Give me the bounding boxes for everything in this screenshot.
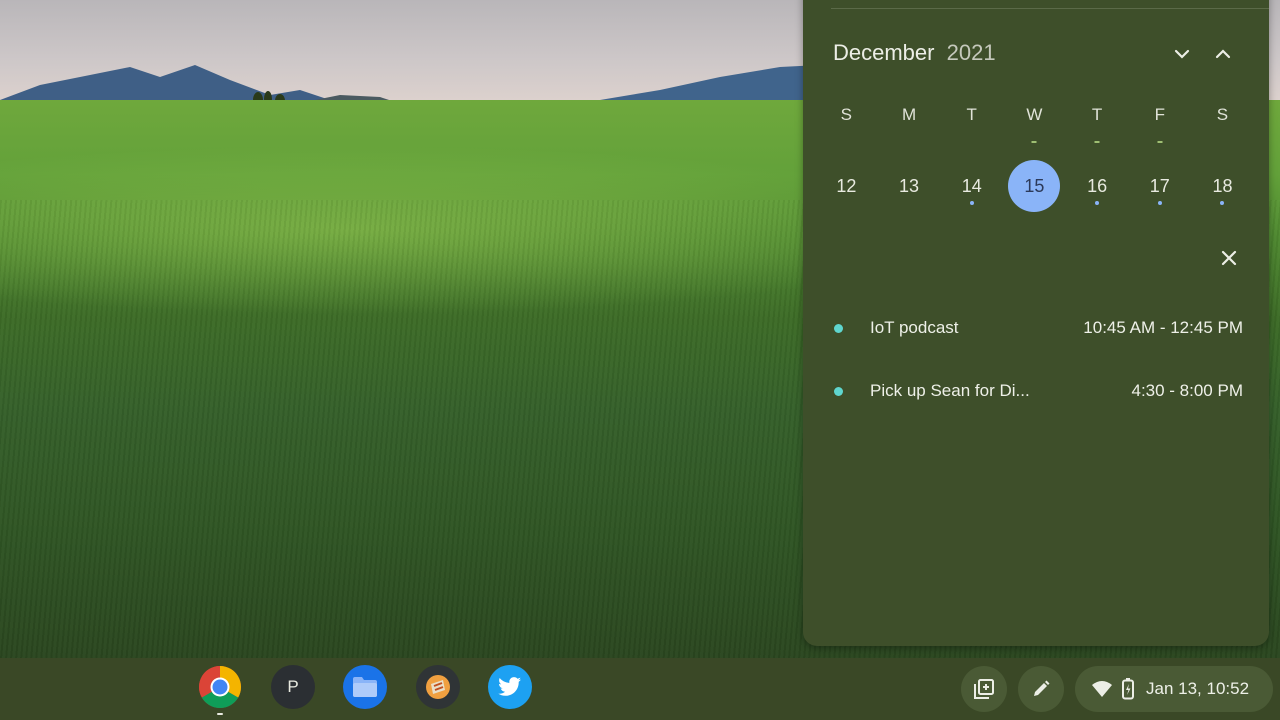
- event-dot: [969, 201, 974, 205]
- orange-app-icon: [426, 675, 450, 699]
- battery-icon: [1122, 678, 1134, 700]
- event-dot: [1157, 201, 1162, 205]
- files-app-button[interactable]: [343, 665, 387, 709]
- date-18[interactable]: 18: [1196, 160, 1248, 212]
- chrome-app-button[interactable]: [198, 665, 242, 709]
- event-dot: [1095, 201, 1100, 205]
- running-indicator: [217, 713, 223, 715]
- event-title: Pick up Sean for Di...: [870, 381, 1030, 400]
- date-13[interactable]: 13: [883, 160, 935, 212]
- screen-capture-button[interactable]: [961, 666, 1007, 712]
- close-icon: [1221, 250, 1237, 266]
- date-cell-18: 18: [1191, 160, 1254, 212]
- event-item[interactable]: Pick up Sean for Di... 4:30 - 8:00 PM: [803, 371, 1269, 411]
- date-17[interactable]: 17: [1134, 160, 1186, 212]
- divider: [831, 8, 1269, 9]
- weekday-sun: S: [840, 105, 853, 124]
- event-time: 10:45 AM - 12:45 PM: [1083, 318, 1243, 337]
- date-17-label: 17: [1149, 176, 1170, 196]
- stylus-icon: [1034, 680, 1050, 696]
- orange-app-button[interactable]: [416, 665, 460, 709]
- weekday-thu-label: T: [1091, 105, 1103, 124]
- twitter-icon: [498, 677, 521, 696]
- chevron-down-icon: [1174, 49, 1190, 59]
- event-color-dot: [834, 386, 843, 396]
- weekday-tue: T: [966, 105, 977, 124]
- week-row: 12 13 14 15 16 17 18: [815, 160, 1259, 212]
- date-cell-14: 14: [940, 160, 1003, 212]
- status-area-button[interactable]: Jan 13, 10:52: [1075, 666, 1273, 712]
- twitter-app-button[interactable]: [488, 665, 532, 709]
- weekday-wed-label: W: [1026, 105, 1043, 124]
- date-time-label: Jan 13, 10:52: [1146, 679, 1250, 698]
- date-18-label: 18: [1212, 176, 1233, 196]
- event-tick: [1094, 141, 1100, 143]
- date-cell-17: 17: [1128, 160, 1191, 212]
- weekday-header-row: S M T W T F S: [815, 105, 1259, 143]
- chrome-icon: [198, 666, 242, 709]
- screen-capture-icon: [974, 679, 994, 699]
- weekday-fri-label: F: [1154, 105, 1165, 124]
- date-16[interactable]: 16: [1071, 160, 1123, 212]
- shelf: P Jan 13, 10:52: [0, 658, 1280, 720]
- event-tick: [1031, 141, 1037, 143]
- event-color-dot: [834, 323, 843, 333]
- weekday-mon: M: [901, 105, 917, 124]
- date-14-label: 14: [961, 176, 982, 196]
- p-app-button[interactable]: P: [271, 665, 315, 709]
- weekday-fri: F: [1128, 105, 1191, 143]
- event-tick: [1157, 141, 1163, 143]
- calendar-panel: December 2021 S M T W T F S 12 13 14 15 …: [803, 0, 1269, 646]
- date-cell-13: 13: [878, 160, 941, 212]
- event-time: 4:30 - 8:00 PM: [1131, 381, 1243, 400]
- date-cell-12: 12: [815, 160, 878, 212]
- event-item[interactable]: IoT podcast 10:45 AM - 12:45 PM: [803, 308, 1269, 348]
- chevron-up-icon: [1215, 49, 1231, 59]
- event-dot: [1220, 201, 1225, 205]
- date-cell-15: 15: [1003, 160, 1066, 212]
- month-year-title: December 2021: [833, 40, 996, 66]
- date-15-selected[interactable]: 15: [1008, 160, 1061, 212]
- weekday-wed: W: [1003, 105, 1066, 143]
- date-12[interactable]: 12: [820, 160, 872, 212]
- date-14[interactable]: 14: [946, 160, 998, 212]
- weekday-sat: S: [1216, 105, 1229, 124]
- year-label: 2021: [946, 40, 996, 65]
- previous-month-button[interactable]: [1207, 38, 1239, 70]
- event-title: IoT podcast: [870, 318, 959, 337]
- files-icon: [353, 677, 377, 697]
- close-event-list-button[interactable]: [1215, 244, 1243, 272]
- next-month-button[interactable]: [1166, 38, 1198, 70]
- month-label: December: [833, 40, 935, 65]
- wifi-icon: [1092, 681, 1112, 697]
- p-app-icon: P: [287, 677, 299, 696]
- date-cell-16: 16: [1066, 160, 1129, 212]
- date-16-label: 16: [1087, 176, 1108, 196]
- stylus-button[interactable]: [1018, 666, 1064, 712]
- weekday-thu: T: [1066, 105, 1129, 143]
